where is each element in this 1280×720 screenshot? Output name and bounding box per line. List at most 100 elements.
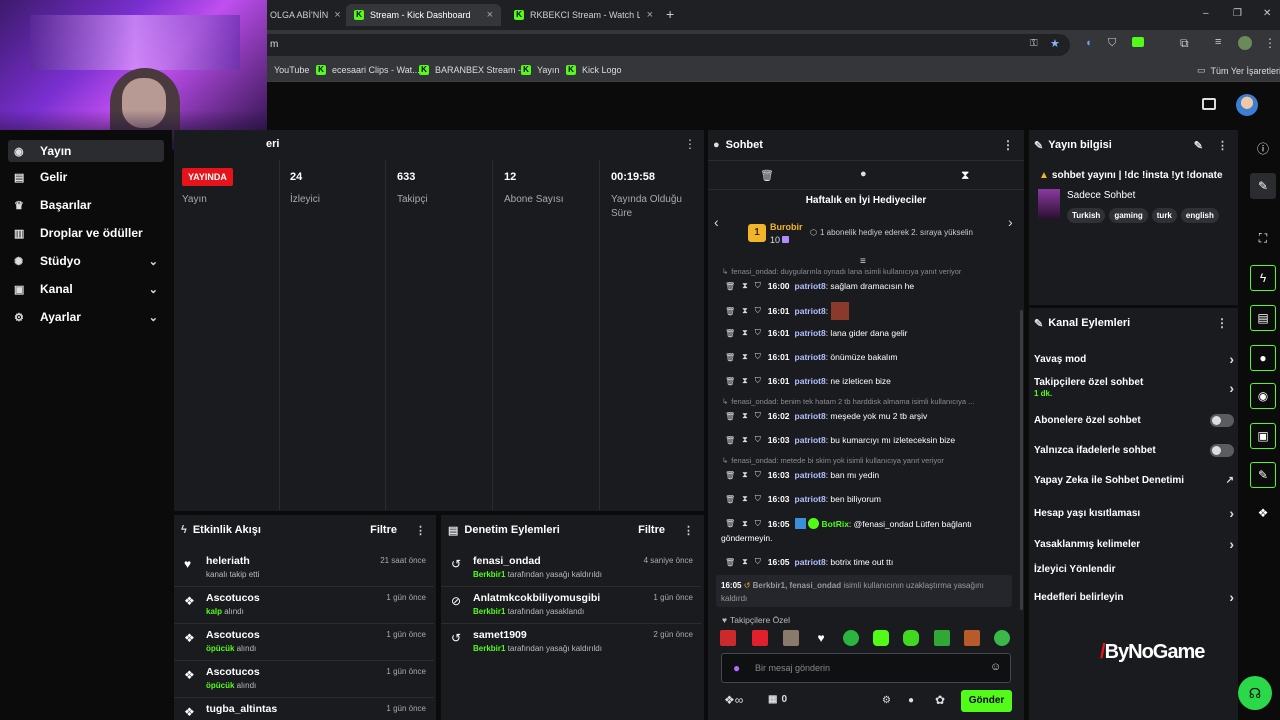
tab-close-icon[interactable]: × [641, 9, 653, 21]
chat-scrollbar[interactable] [1020, 310, 1023, 610]
prev-arrow-icon[interactable]: ‹ [714, 214, 719, 230]
timeout-icon[interactable]: ⧗ [742, 557, 748, 567]
ban-icon[interactable]: ⛉ [755, 328, 761, 338]
emote-5[interactable] [843, 630, 859, 646]
emote-1[interactable] [720, 630, 736, 646]
sidebar-item-basarilar[interactable]: ♛ Başarılar [8, 194, 164, 216]
reading-list-icon[interactable]: ≡ [1215, 36, 1221, 48]
delete-icon[interactable]: 🗑 [725, 307, 735, 316]
bookmark-star-icon[interactable]: ★ [1050, 37, 1060, 50]
maximize-button[interactable]: ❐ [1233, 8, 1242, 19]
ban-icon[interactable]: ⛉ [755, 306, 761, 316]
category-name[interactable]: Sadece Sohbet [1067, 190, 1135, 201]
timeout-icon[interactable]: ⧗ [742, 328, 748, 338]
emote-turkey-flag[interactable] [752, 630, 768, 646]
channel-actions-menu-icon[interactable]: ⋮ [1216, 316, 1238, 330]
stream-info-menu-icon[interactable]: ⋮ [1217, 139, 1238, 152]
ban-icon[interactable]: ⛉ [755, 376, 761, 386]
browser-tab[interactable]: OLGA ABİ'NİN × [262, 4, 342, 26]
msg-user[interactable]: patriot8 [795, 411, 826, 421]
msg-user[interactable]: patriot8 [795, 306, 826, 316]
bookmark-youtube[interactable]: YouTube [274, 65, 309, 75]
extension-icon[interactable]: ◖ [1085, 37, 1092, 49]
edit-pen-icon[interactable]: ✎ [1250, 173, 1276, 199]
quick-action-broadcast-icon[interactable]: ◉ [1250, 383, 1276, 409]
bookmark-item[interactable]: K BARANBEX Stream -... [419, 65, 529, 75]
delete-icon[interactable]: 🗑 [725, 495, 735, 504]
msg-user[interactable]: patriot8 [795, 281, 826, 291]
bookmark-item[interactable]: K Yayın [521, 65, 559, 75]
sidebar-item-yayin[interactable]: ◉ Yayın [8, 140, 164, 162]
user-avatar[interactable] [1236, 94, 1258, 116]
msg-user[interactable]: patriot8 [795, 494, 826, 504]
emote-6[interactable] [873, 630, 889, 646]
action-raid[interactable]: İzleyici Yönlendir [1034, 564, 1234, 575]
ban-icon[interactable]: ⛉ [755, 470, 761, 480]
tab-close-icon[interactable]: × [328, 9, 340, 21]
ban-icon[interactable]: ⛉ [755, 352, 761, 362]
msg-user[interactable]: BotRix [822, 519, 849, 529]
delete-icon[interactable]: 🗑 [725, 412, 735, 421]
delete-icon[interactable]: 🗑 [725, 519, 735, 528]
emote-8[interactable] [934, 630, 950, 646]
microphone-icon[interactable]: ● [733, 661, 740, 675]
activity-filter-button[interactable]: Filtre [370, 524, 397, 536]
timeout-icon[interactable]: ⧗ [742, 494, 748, 504]
emoji-icon[interactable]: ☺ [990, 661, 1001, 673]
ban-icon[interactable]: ⛉ [755, 281, 761, 291]
ban-icon[interactable]: ⛉ [755, 519, 761, 529]
browser-tab[interactable]: K RKBEKCI Stream - Watch Live o× [506, 4, 661, 26]
fullscreen-icon[interactable]: ⛶ [1250, 225, 1276, 251]
points-display[interactable]: ▦ 0 [768, 694, 787, 705]
moderation-user[interactable]: fenasi_ondad [473, 555, 541, 567]
activity-menu-icon[interactable]: ⋮ [415, 524, 436, 537]
msg-user[interactable]: patriot8 [795, 435, 826, 445]
settings-gear-icon[interactable]: ⚙ [882, 695, 891, 706]
emote-7[interactable] [903, 630, 919, 646]
msg-user[interactable]: patriot8 [795, 352, 826, 362]
all-bookmarks[interactable]: ▭ Tüm Yer İşaretleri [1197, 65, 1280, 76]
quick-action-layout-icon[interactable]: ▣ [1250, 423, 1276, 449]
emotes-only-toggle[interactable] [1210, 444, 1234, 457]
delete-icon[interactable]: 🗑 [725, 353, 735, 362]
sidebar-item-droplar[interactable]: ▥ Droplar ve ödüller [8, 222, 164, 244]
moderation-user[interactable]: samet1909 [473, 629, 527, 641]
close-window-button[interactable]: ✕ [1263, 8, 1271, 19]
delete-icon[interactable]: 🗑 [725, 282, 735, 291]
extensions-puzzle-icon[interactable]: ⧉ [1180, 36, 1189, 51]
browser-tab-active[interactable]: K Stream - Kick Dashboard × [346, 4, 501, 26]
timeout-icon[interactable]: ⧗ [742, 435, 748, 445]
activity-user[interactable]: Ascotucos [206, 666, 260, 678]
emote-10[interactable] [994, 630, 1010, 646]
chat-tab-icon[interactable]: ● [860, 168, 867, 180]
bookmark-item[interactable]: K Kick Logo [566, 65, 622, 75]
timeout-icon[interactable]: ⧗ [742, 519, 748, 529]
hourglass-icon[interactable]: ⧗ [961, 168, 969, 183]
action-followers-only[interactable]: Takipçilere özel sohbet 1 dk. › [1034, 377, 1234, 399]
shield-extension-icon[interactable]: ⛉ [1108, 37, 1116, 50]
delete-icon[interactable]: 🗑 [725, 377, 735, 386]
delete-icon[interactable]: 🗑 [725, 329, 735, 338]
browser-menu-icon[interactable]: ⋮ [1264, 36, 1276, 50]
minimize-button[interactable]: – [1203, 8, 1209, 19]
key-icon[interactable]: ⚿ [1030, 38, 1038, 49]
ban-icon[interactable]: ⛉ [755, 411, 761, 421]
next-arrow-icon[interactable]: › [1008, 214, 1013, 230]
chat-menu-icon[interactable]: ⋮ [1002, 138, 1024, 152]
sidebar-item-ayarlar[interactable]: ⚙ Ayarlar ⌄ [8, 306, 164, 328]
ban-icon[interactable]: ⛉ [755, 557, 761, 567]
sidebar-item-gelir[interactable]: ▤ Gelir [8, 166, 164, 188]
timeout-icon[interactable]: ⧗ [742, 411, 748, 421]
msg-user[interactable]: patriot8 [795, 557, 826, 567]
action-ai-moderation[interactable]: Yapay Zeka ile Sohbet Denetimi ↗ [1034, 475, 1234, 486]
activity-user[interactable]: Ascotucos [206, 592, 260, 604]
moderation-menu-icon[interactable]: ⋮ [683, 524, 704, 537]
quick-action-wrench-icon[interactable]: ✎ [1250, 462, 1276, 488]
delete-icon[interactable]: 🗑 [725, 471, 735, 480]
emote-3[interactable] [783, 630, 799, 646]
support-headset-icon[interactable]: ☊ [1238, 676, 1272, 710]
action-slow-mode[interactable]: Yavaş mod › [1034, 351, 1234, 367]
quick-action-chat-icon[interactable]: ● [1250, 345, 1276, 371]
emote-9[interactable] [964, 630, 980, 646]
url-input[interactable]: m [150, 34, 1070, 56]
